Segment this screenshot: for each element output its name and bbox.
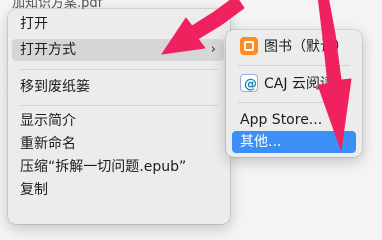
menu-item-label: 显示简介 (20, 113, 76, 129)
submenu-item-label: CAJ 云阅读 (264, 76, 334, 92)
menu-item-open[interactable]: 打开 (12, 13, 224, 35)
background-text: s (0, 58, 1, 73)
menu-item-open-with[interactable]: 打开方式 › (12, 39, 224, 61)
submenu-item-other[interactable]: 其他... (232, 131, 356, 153)
menu-item-rename[interactable]: 重新命名 (12, 133, 224, 155)
menu-item-label: 移到废纸篓 (20, 79, 90, 95)
menu-item-label: 压缩“拆解一切问题.epub” (20, 159, 187, 175)
submenu-item-caj[interactable]: CAJ 云阅读 (232, 73, 356, 96)
menu-separator (238, 65, 350, 66)
submenu-item-label: App Store... (240, 112, 323, 128)
open-with-submenu: 图书（默认） CAJ 云阅读 App Store... 其他... (226, 30, 362, 157)
submenu-item-app-store[interactable]: App Store... (232, 109, 356, 131)
caj-icon (240, 74, 258, 96)
menu-separator (238, 102, 350, 103)
background-text: s (0, 86, 1, 101)
menu-item-duplicate[interactable]: 复制 (12, 179, 224, 201)
context-menu: 打开 打开方式 › 移到废纸篓 显示简介 重新命名 压缩“拆解一切问题.epub… (8, 9, 230, 224)
books-icon (240, 37, 258, 55)
menu-item-label: 打开 (20, 16, 48, 32)
submenu-item-books[interactable]: 图书（默认） (232, 36, 356, 58)
menu-item-label: 打开方式 (20, 42, 76, 58)
submenu-item-label: 其他... (240, 134, 282, 150)
menu-item-label: 复制 (20, 182, 48, 198)
menu-separator (20, 105, 218, 106)
menu-item-move-to-trash[interactable]: 移到废纸篓 (12, 76, 224, 98)
menu-separator (20, 69, 218, 70)
chevron-right-icon: › (210, 42, 216, 57)
menu-item-label: 重新命名 (20, 136, 76, 152)
menu-item-get-info[interactable]: 显示简介 (12, 110, 224, 132)
submenu-item-label: 图书（默认） (264, 39, 348, 55)
menu-item-compress[interactable]: 压缩“拆解一切问题.epub” (12, 156, 224, 178)
